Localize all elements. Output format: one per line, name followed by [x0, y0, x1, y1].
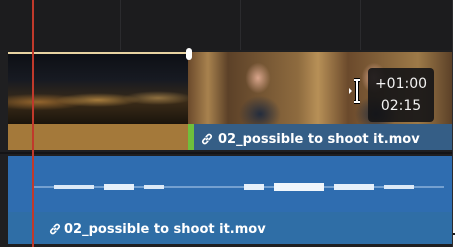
trim-tooltip: +01:00 02:15	[368, 68, 434, 122]
audio-clip[interactable]: 02_possible to shoot it.mov	[8, 156, 452, 244]
audio-clip-label: 02_possible to shoot it.mov	[64, 222, 266, 237]
audio-waveform	[34, 183, 444, 191]
clip-thumbnail	[8, 52, 188, 124]
track-divider	[0, 152, 452, 154]
video-clip-city-night[interactable]	[8, 52, 188, 150]
ruler-tick	[360, 0, 361, 50]
stray-dot	[453, 233, 455, 235]
playhead[interactable]	[32, 0, 34, 247]
ruler-tick	[120, 0, 121, 50]
edit-point-handle[interactable]	[186, 48, 192, 60]
trim-offset: +01:00	[374, 76, 428, 92]
link-icon	[202, 133, 212, 145]
link-icon	[50, 223, 60, 235]
clip-name-label: 02_possible to shoot it.mov	[218, 132, 420, 147]
trim-cursor-icon	[349, 78, 360, 104]
clip-top-edge	[8, 52, 188, 54]
ruler-tick	[240, 0, 241, 50]
clip-trim-edge[interactable]	[188, 124, 194, 150]
timeline-ruler[interactable]	[0, 0, 452, 50]
clip-label-strip	[8, 124, 188, 150]
timeline-panel: 02_possible to shoot it.mov +01:00 02:15…	[0, 0, 453, 247]
trim-duration: 02:15	[380, 98, 422, 114]
